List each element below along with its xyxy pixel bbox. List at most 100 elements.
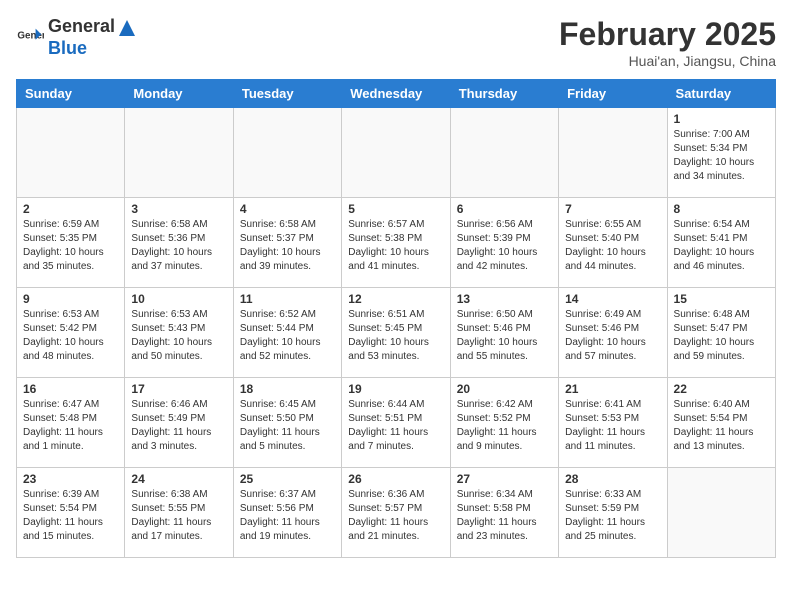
day-info: Sunrise: 6:46 AM Sunset: 5:49 PM Dayligh… bbox=[131, 398, 226, 454]
day-info: Sunrise: 6:44 AM Sunset: 5:51 PM Dayligh… bbox=[348, 398, 443, 454]
svg-text:General: General bbox=[17, 31, 44, 42]
day-number: 2 bbox=[23, 202, 118, 216]
day-number: 9 bbox=[23, 292, 118, 306]
day-info: Sunrise: 6:41 AM Sunset: 5:53 PM Dayligh… bbox=[565, 398, 660, 454]
day-info: Sunrise: 6:54 AM Sunset: 5:41 PM Dayligh… bbox=[674, 218, 769, 274]
day-info: Sunrise: 6:38 AM Sunset: 5:55 PM Dayligh… bbox=[131, 488, 226, 544]
day-number: 10 bbox=[131, 292, 226, 306]
weekday-header-wednesday: Wednesday bbox=[342, 80, 450, 108]
day-info: Sunrise: 6:56 AM Sunset: 5:39 PM Dayligh… bbox=[457, 218, 552, 274]
calendar-cell bbox=[450, 108, 558, 198]
day-number: 15 bbox=[674, 292, 769, 306]
day-number: 17 bbox=[131, 382, 226, 396]
logo-blue: Blue bbox=[48, 38, 87, 58]
week-row-2: 9 Sunrise: 6:53 AM Sunset: 5:42 PM Daylig… bbox=[17, 288, 776, 378]
day-number: 3 bbox=[131, 202, 226, 216]
day-number: 23 bbox=[23, 472, 118, 486]
calendar-cell: 23 Sunrise: 6:39 AM Sunset: 5:54 PM Dayli… bbox=[17, 468, 125, 558]
day-number: 6 bbox=[457, 202, 552, 216]
calendar-cell: 18 Sunrise: 6:45 AM Sunset: 5:50 PM Dayli… bbox=[233, 378, 341, 468]
day-number: 11 bbox=[240, 292, 335, 306]
calendar-cell: 3 Sunrise: 6:58 AM Sunset: 5:36 PM Daylig… bbox=[125, 198, 233, 288]
day-number: 28 bbox=[565, 472, 660, 486]
calendar-cell: 4Sunrise: 6:58 AM Sunset: 5:37 PM Daylig… bbox=[233, 198, 341, 288]
weekday-header-saturday: Saturday bbox=[667, 80, 775, 108]
day-info: Sunrise: 6:53 AM Sunset: 5:42 PM Dayligh… bbox=[23, 308, 118, 364]
calendar-table: SundayMondayTuesdayWednesdayThursdayFrid… bbox=[16, 79, 776, 558]
day-info: Sunrise: 6:34 AM Sunset: 5:58 PM Dayligh… bbox=[457, 488, 552, 544]
calendar-cell bbox=[342, 108, 450, 198]
day-number: 27 bbox=[457, 472, 552, 486]
calendar-cell: 5 Sunrise: 6:57 AM Sunset: 5:38 PM Daylig… bbox=[342, 198, 450, 288]
day-info: Sunrise: 6:50 AM Sunset: 5:46 PM Dayligh… bbox=[457, 308, 552, 364]
logo-general: General bbox=[48, 16, 115, 36]
calendar-cell: 21 Sunrise: 6:41 AM Sunset: 5:53 PM Dayli… bbox=[559, 378, 667, 468]
calendar-cell: 24 Sunrise: 6:38 AM Sunset: 5:55 PM Dayli… bbox=[125, 468, 233, 558]
day-info: Sunrise: 6:53 AM Sunset: 5:43 PM Dayligh… bbox=[131, 308, 226, 364]
day-info: Sunrise: 6:58 AM Sunset: 5:36 PM Dayligh… bbox=[131, 218, 226, 274]
day-info: Sunrise: 6:49 AM Sunset: 5:46 PM Dayligh… bbox=[565, 308, 660, 364]
logo: General General Blue bbox=[16, 16, 139, 59]
calendar-cell bbox=[17, 108, 125, 198]
weekday-header-tuesday: Tuesday bbox=[233, 80, 341, 108]
day-number: 19 bbox=[348, 382, 443, 396]
calendar-cell: 25Sunrise: 6:37 AM Sunset: 5:56 PM Dayli… bbox=[233, 468, 341, 558]
day-number: 1 bbox=[674, 112, 769, 126]
day-number: 16 bbox=[23, 382, 118, 396]
day-number: 4 bbox=[240, 202, 335, 216]
calendar-cell: 20Sunrise: 6:42 AM Sunset: 5:52 PM Dayli… bbox=[450, 378, 558, 468]
day-info: Sunrise: 6:52 AM Sunset: 5:44 PM Dayligh… bbox=[240, 308, 335, 364]
day-info: Sunrise: 6:48 AM Sunset: 5:47 PM Dayligh… bbox=[674, 308, 769, 364]
calendar-cell: 1Sunrise: 7:00 AM Sunset: 5:34 PM Daylig… bbox=[667, 108, 775, 198]
calendar-cell: 9 Sunrise: 6:53 AM Sunset: 5:42 PM Daylig… bbox=[17, 288, 125, 378]
week-row-1: 2 Sunrise: 6:59 AM Sunset: 5:35 PM Daylig… bbox=[17, 198, 776, 288]
weekday-header-thursday: Thursday bbox=[450, 80, 558, 108]
calendar-cell: 12Sunrise: 6:51 AM Sunset: 5:45 PM Dayli… bbox=[342, 288, 450, 378]
calendar-cell: 15 Sunrise: 6:48 AM Sunset: 5:47 PM Dayli… bbox=[667, 288, 775, 378]
day-info: Sunrise: 6:59 AM Sunset: 5:35 PM Dayligh… bbox=[23, 218, 118, 274]
calendar-cell: 2 Sunrise: 6:59 AM Sunset: 5:35 PM Daylig… bbox=[17, 198, 125, 288]
day-info: Sunrise: 6:40 AM Sunset: 5:54 PM Dayligh… bbox=[674, 398, 769, 454]
day-number: 21 bbox=[565, 382, 660, 396]
calendar-cell: 8Sunrise: 6:54 AM Sunset: 5:41 PM Daylig… bbox=[667, 198, 775, 288]
calendar-cell bbox=[559, 108, 667, 198]
location: Huai'an, Jiangsu, China bbox=[559, 53, 776, 69]
day-info: Sunrise: 6:47 AM Sunset: 5:48 PM Dayligh… bbox=[23, 398, 118, 454]
day-number: 7 bbox=[565, 202, 660, 216]
day-number: 14 bbox=[565, 292, 660, 306]
calendar-cell bbox=[125, 108, 233, 198]
month-year: February 2025 bbox=[559, 16, 776, 53]
week-row-3: 16 Sunrise: 6:47 AM Sunset: 5:48 PM Dayli… bbox=[17, 378, 776, 468]
weekday-header-monday: Monday bbox=[125, 80, 233, 108]
day-number: 24 bbox=[131, 472, 226, 486]
calendar-cell: 7 Sunrise: 6:55 AM Sunset: 5:40 PM Daylig… bbox=[559, 198, 667, 288]
calendar-cell: 28Sunrise: 6:33 AM Sunset: 5:59 PM Dayli… bbox=[559, 468, 667, 558]
day-number: 5 bbox=[348, 202, 443, 216]
calendar-cell: 22 Sunrise: 6:40 AM Sunset: 5:54 PM Dayli… bbox=[667, 378, 775, 468]
title-block: February 2025 Huai'an, Jiangsu, China bbox=[559, 16, 776, 69]
day-number: 26 bbox=[348, 472, 443, 486]
logo-icon: General bbox=[16, 23, 44, 51]
calendar-cell: 13 Sunrise: 6:50 AM Sunset: 5:46 PM Dayli… bbox=[450, 288, 558, 378]
day-info: Sunrise: 6:57 AM Sunset: 5:38 PM Dayligh… bbox=[348, 218, 443, 274]
day-number: 22 bbox=[674, 382, 769, 396]
day-info: Sunrise: 6:45 AM Sunset: 5:50 PM Dayligh… bbox=[240, 398, 335, 454]
calendar-cell: 19 Sunrise: 6:44 AM Sunset: 5:51 PM Dayli… bbox=[342, 378, 450, 468]
calendar-cell: 16 Sunrise: 6:47 AM Sunset: 5:48 PM Dayli… bbox=[17, 378, 125, 468]
weekday-header-friday: Friday bbox=[559, 80, 667, 108]
day-info: Sunrise: 6:42 AM Sunset: 5:52 PM Dayligh… bbox=[457, 398, 552, 454]
weekday-header-sunday: Sunday bbox=[17, 80, 125, 108]
day-number: 25 bbox=[240, 472, 335, 486]
week-row-4: 23 Sunrise: 6:39 AM Sunset: 5:54 PM Dayli… bbox=[17, 468, 776, 558]
calendar-cell: 17 Sunrise: 6:46 AM Sunset: 5:49 PM Dayli… bbox=[125, 378, 233, 468]
calendar-cell: 27 Sunrise: 6:34 AM Sunset: 5:58 PM Dayli… bbox=[450, 468, 558, 558]
day-info: Sunrise: 6:39 AM Sunset: 5:54 PM Dayligh… bbox=[23, 488, 118, 544]
day-info: Sunrise: 6:36 AM Sunset: 5:57 PM Dayligh… bbox=[348, 488, 443, 544]
day-number: 18 bbox=[240, 382, 335, 396]
calendar-cell bbox=[667, 468, 775, 558]
day-number: 12 bbox=[348, 292, 443, 306]
calendar-cell: 6 Sunrise: 6:56 AM Sunset: 5:39 PM Daylig… bbox=[450, 198, 558, 288]
day-info: Sunrise: 6:55 AM Sunset: 5:40 PM Dayligh… bbox=[565, 218, 660, 274]
calendar-cell: 11 Sunrise: 6:52 AM Sunset: 5:44 PM Dayli… bbox=[233, 288, 341, 378]
day-number: 13 bbox=[457, 292, 552, 306]
